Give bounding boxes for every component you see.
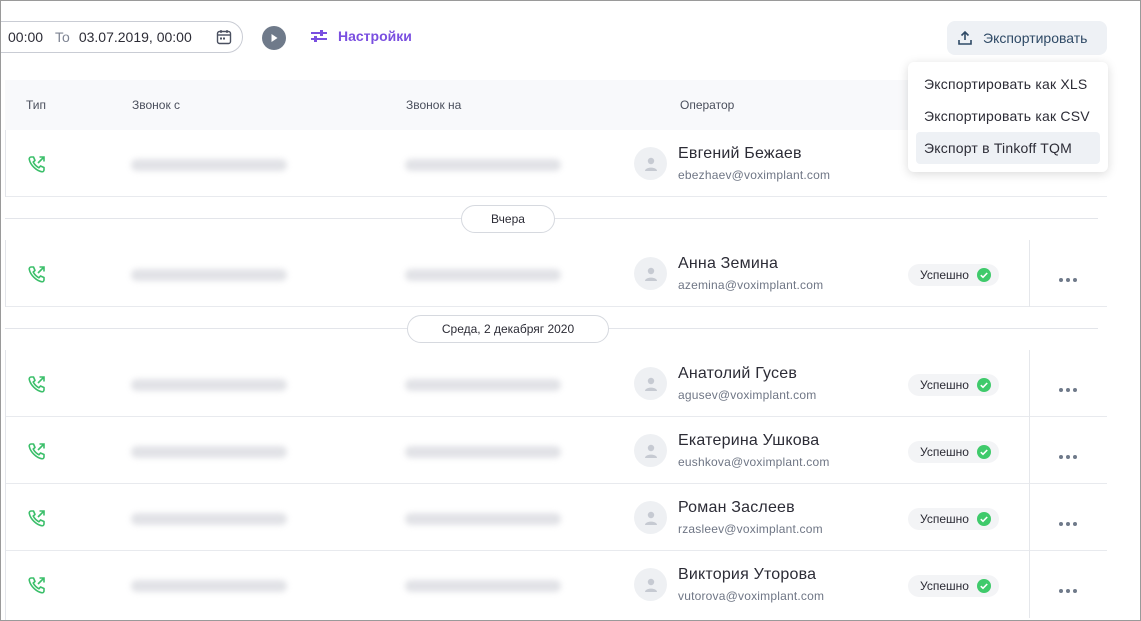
caller-number-redacted (131, 269, 287, 281)
date-group-label: Среда, 2 декабряг 2020 (407, 315, 609, 343)
calendar-icon[interactable] (216, 29, 232, 48)
operator-email: eushkova@voximplant.com (678, 455, 830, 469)
outgoing-call-icon (27, 374, 47, 399)
callee-number-redacted (405, 446, 561, 458)
operator-email: agusev@voximplant.com (678, 388, 817, 402)
status-label: Успешно (920, 445, 969, 459)
column-separator (1029, 551, 1030, 618)
settings-button[interactable]: Настройки (310, 28, 412, 44)
date-range-picker[interactable]: 00:00 To 03.07.2019, 00:00 (1, 21, 243, 53)
table-left-border (5, 130, 6, 197)
date-to-label: To (55, 29, 70, 45)
status-label: Успешно (920, 378, 969, 392)
outgoing-call-icon (27, 575, 47, 600)
table-row[interactable]: Виктория Уторова vutorova@voximplant.com… (5, 551, 1107, 618)
operator-name: Анна Земина (678, 255, 779, 272)
more-icon[interactable] (1058, 514, 1078, 532)
column-header-from[interactable]: Звонок с (132, 98, 180, 112)
status-badge: Успешно (908, 441, 999, 463)
date-from-value[interactable]: 00:00 (8, 29, 43, 45)
operator-name: Екатерина Ушкова (678, 432, 820, 449)
table-row[interactable]: Роман Заслеев rzasleev@voximplant.com Ус… (5, 484, 1107, 551)
status-label: Успешно (920, 579, 969, 593)
export-label: Экспортировать (983, 30, 1088, 46)
play-icon (271, 34, 278, 42)
check-circle-icon (976, 512, 991, 526)
more-icon[interactable] (1058, 270, 1078, 288)
sliders-icon (311, 30, 327, 42)
upload-icon (958, 30, 972, 45)
user-icon (644, 511, 657, 525)
check-circle-icon (976, 268, 991, 282)
callee-number-redacted (405, 159, 561, 171)
status-badge: Успешно (908, 508, 999, 530)
callee-number-redacted (405, 580, 561, 592)
operator-email: ebezhaev@voximplant.com (678, 168, 831, 182)
outgoing-call-icon (27, 264, 47, 289)
export-button[interactable]: Экспортировать (947, 21, 1107, 55)
more-icon[interactable] (1058, 447, 1078, 465)
caller-number-redacted (131, 379, 287, 391)
table-left-border (5, 240, 6, 307)
avatar (634, 257, 667, 290)
date-group-label: Вчера (461, 205, 555, 233)
table-row[interactable]: Анатолий Гусев agusev@voximplant.com Усп… (5, 350, 1107, 417)
avatar (634, 568, 667, 601)
call-history-screen: 00:00 To 03.07.2019, 00:00 Настройки Экс… (0, 0, 1141, 621)
check-circle-icon (976, 445, 991, 459)
check-circle-icon (976, 378, 991, 392)
avatar (634, 367, 667, 400)
table-left-border (5, 350, 6, 620)
avatar (634, 147, 667, 180)
play-button[interactable] (262, 26, 286, 50)
export-menu-item-xls[interactable]: Экспортировать как XLS (916, 68, 1100, 100)
column-separator (1029, 484, 1030, 551)
operator-name: Роман Заслеев (678, 499, 795, 516)
operator-name: Виктория Уторова (678, 566, 817, 583)
user-icon (644, 578, 657, 592)
avatar (634, 501, 667, 534)
operator-email: rzasleev@voximplant.com (678, 522, 823, 536)
more-icon[interactable] (1058, 581, 1078, 599)
column-separator (1029, 240, 1030, 307)
operator-name: Евгений Бежаев (678, 145, 802, 162)
status-badge: Успешно (908, 575, 999, 597)
export-menu-item-tinkoff[interactable]: Экспорт в Tinkoff TQM (916, 132, 1100, 164)
operator-name: Анатолий Гусев (678, 365, 798, 382)
callee-number-redacted (405, 513, 561, 525)
column-header-to[interactable]: Звонок на (406, 98, 461, 112)
avatar (634, 434, 667, 467)
user-icon (644, 267, 657, 281)
user-icon (644, 377, 657, 391)
table-row[interactable]: Екатерина Ушкова eushkova@voximplant.com… (5, 417, 1107, 484)
operator-email: vutorova@voximplant.com (678, 589, 825, 603)
more-icon[interactable] (1058, 380, 1078, 398)
status-label: Успешно (920, 512, 969, 526)
caller-number-redacted (131, 513, 287, 525)
operator-email: azemina@voximplant.com (678, 278, 824, 292)
column-separator (1029, 417, 1030, 484)
status-label: Успешно (920, 268, 969, 282)
outgoing-call-icon (27, 508, 47, 533)
caller-number-redacted (131, 580, 287, 592)
column-separator (1029, 350, 1030, 417)
table-row[interactable]: Анна Земина azemina@voximplant.com Успеш… (5, 240, 1107, 307)
export-menu: Экспортировать как XLS Экспортировать ка… (908, 62, 1108, 172)
date-to-value[interactable]: 03.07.2019, 00:00 (79, 29, 192, 45)
settings-label: Настройки (338, 28, 412, 44)
caller-number-redacted (131, 159, 287, 171)
caller-number-redacted (131, 446, 287, 458)
status-badge: Успешно (908, 264, 999, 286)
export-menu-item-csv[interactable]: Экспортировать как CSV (916, 100, 1100, 132)
callee-number-redacted (405, 269, 561, 281)
check-circle-icon (976, 579, 991, 593)
callee-number-redacted (405, 379, 561, 391)
outgoing-call-icon (27, 154, 47, 179)
user-icon (644, 157, 657, 171)
column-header-operator[interactable]: Оператор (680, 98, 734, 112)
status-badge: Успешно (908, 374, 999, 396)
column-header-type[interactable]: Тип (26, 98, 46, 112)
user-icon (644, 444, 657, 458)
outgoing-call-icon (27, 441, 47, 466)
